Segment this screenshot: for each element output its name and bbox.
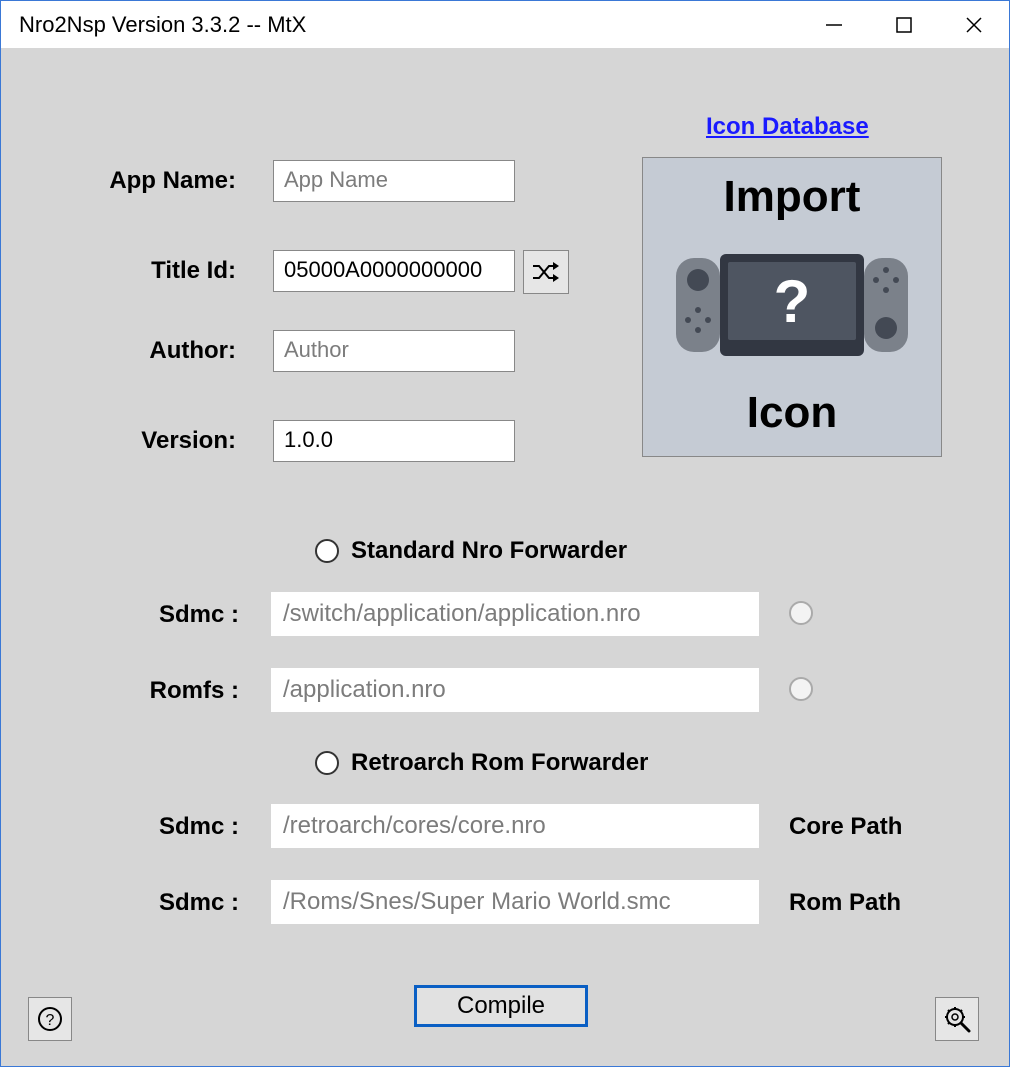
import-icon-box[interactable]: Import ? Icon [642, 157, 942, 457]
maximize-icon [895, 16, 913, 34]
help-icon: ? [36, 1005, 64, 1033]
version-label: Version: [61, 427, 236, 455]
sdmc-label-1: Sdmc : [119, 601, 239, 629]
app-name-label: App Name: [61, 167, 236, 195]
romfs-radio[interactable] [789, 677, 813, 701]
radio-icon [315, 751, 339, 775]
help-button[interactable]: ? [28, 997, 72, 1041]
radio-icon [315, 539, 339, 563]
retroarch-forwarder-option[interactable]: Retroarch Rom Forwarder [315, 749, 648, 777]
window-title: Nro2Nsp Version 3.3.2 -- MtX [19, 12, 799, 38]
standard-forwarder-label: Standard Nro Forwarder [351, 537, 627, 565]
core-path-label: Core Path [789, 813, 902, 841]
sdmc-radio[interactable] [789, 601, 813, 625]
randomize-title-id-button[interactable] [523, 250, 569, 294]
svg-text:?: ? [774, 268, 811, 335]
minimize-icon [825, 16, 843, 34]
icon-database-link[interactable]: Icon Database [706, 113, 869, 141]
gear-search-icon [942, 1004, 972, 1034]
window-controls [799, 1, 1009, 48]
standard-forwarder-option[interactable]: Standard Nro Forwarder [315, 537, 627, 565]
titlebar: Nro2Nsp Version 3.3.2 -- MtX [1, 1, 1009, 49]
switch-console-icon: ? [668, 250, 916, 360]
compile-button[interactable]: Compile [414, 985, 588, 1027]
close-button[interactable] [939, 1, 1009, 48]
app-window: Nro2Nsp Version 3.3.2 -- MtX App Name: T… [0, 0, 1010, 1067]
romfs-path-input[interactable]: /application.nro [271, 668, 759, 712]
svg-text:?: ? [46, 1012, 55, 1029]
sdmc-label-3: Sdmc : [119, 889, 239, 917]
shuffle-icon [531, 258, 561, 286]
title-id-input[interactable]: 05000A0000000000 [273, 250, 515, 292]
minimize-button[interactable] [799, 1, 869, 48]
rom-path-input[interactable]: /Roms/Snes/Super Mario World.smc [271, 880, 759, 924]
sdmc-label-2: Sdmc : [119, 813, 239, 841]
settings-button[interactable] [935, 997, 979, 1041]
version-input[interactable]: 1.0.0 [273, 420, 515, 462]
app-name-input[interactable]: App Name [273, 160, 515, 202]
romfs-label: Romfs : [119, 677, 239, 705]
rom-path-label: Rom Path [789, 889, 901, 917]
client-area: App Name: Title Id: Author: Version: App… [1, 49, 1009, 1066]
title-id-label: Title Id: [61, 257, 236, 285]
sdmc-path-input[interactable]: /switch/application/application.nro [271, 592, 759, 636]
retroarch-forwarder-label: Retroarch Rom Forwarder [351, 749, 648, 777]
import-icon-line1: Import [724, 172, 861, 222]
close-icon [964, 15, 984, 35]
author-input[interactable]: Author [273, 330, 515, 372]
author-label: Author: [61, 337, 236, 365]
maximize-button[interactable] [869, 1, 939, 48]
core-path-input[interactable]: /retroarch/cores/core.nro [271, 804, 759, 848]
import-icon-line2: Icon [747, 388, 837, 438]
